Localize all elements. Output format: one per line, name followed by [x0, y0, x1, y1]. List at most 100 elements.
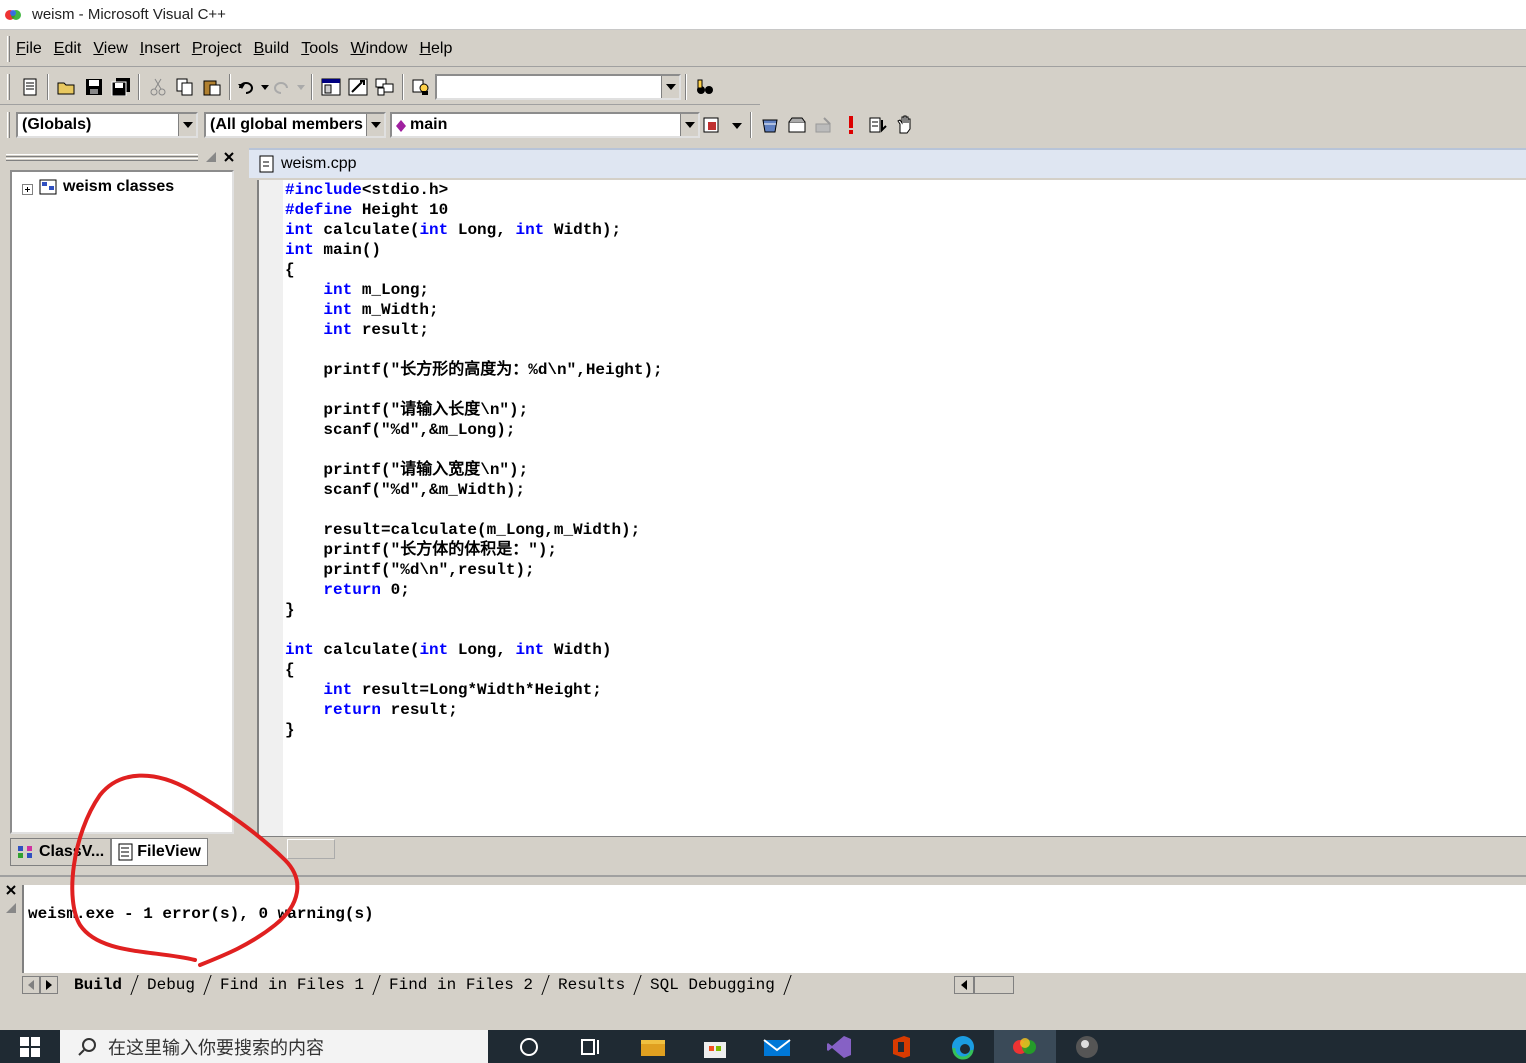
find-combo[interactable] [435, 73, 681, 100]
breakpoint-hand-icon[interactable] [891, 112, 918, 138]
code-line[interactable]: printf("长方形的高度为：%d\n",Height); [285, 360, 662, 380]
code-line[interactable]: printf("%d\n",result); [285, 560, 663, 580]
output-window-icon[interactable] [344, 74, 371, 100]
code-line[interactable]: int m_Width; [285, 300, 663, 320]
code-line[interactable]: scanf("%d",&m_Long); [285, 420, 663, 440]
edge-icon[interactable] [932, 1030, 994, 1063]
cortana-icon[interactable] [498, 1030, 560, 1063]
code-line[interactable]: { [285, 660, 663, 680]
close-icon[interactable] [4, 883, 18, 897]
code-line[interactable]: int calculate(int Long, int Width) [285, 640, 663, 660]
output-tab-debug[interactable]: Debug [131, 975, 212, 995]
vc6-icon[interactable] [994, 1030, 1056, 1063]
tab-scroll-left-button[interactable] [22, 976, 40, 994]
build-icon[interactable] [783, 112, 810, 138]
member-combo[interactable]: main [390, 112, 700, 138]
member-combo-dropdown[interactable] [680, 114, 698, 136]
file-explorer-icon[interactable] [622, 1030, 684, 1063]
wizard-action-icon[interactable] [700, 112, 746, 138]
code-line[interactable]: printf("长方体的体积是："); [285, 540, 663, 560]
stop-build-icon[interactable] [810, 112, 837, 138]
close-icon[interactable] [222, 150, 236, 164]
open-folder-icon[interactable] [53, 74, 80, 100]
menu-item-window[interactable]: Window [351, 40, 414, 58]
class-combo-dropdown[interactable] [178, 114, 196, 136]
code-line[interactable]: int main() [285, 240, 663, 260]
tree-root-node[interactable]: weism classes [22, 178, 174, 196]
cut-icon[interactable] [144, 74, 171, 100]
save-all-icon[interactable] [107, 74, 134, 100]
menu-item-view[interactable]: View [93, 40, 133, 58]
undo-icon[interactable] [235, 74, 271, 100]
code-line[interactable] [285, 620, 663, 640]
go-icon[interactable] [864, 112, 891, 138]
menu-item-edit[interactable]: Edit [54, 40, 88, 58]
menu-item-build[interactable]: Build [254, 40, 296, 58]
find-binoculars-icon[interactable] [691, 74, 718, 100]
new-text-file-icon[interactable] [16, 74, 43, 100]
output-tab-build[interactable]: Build [58, 975, 139, 995]
output-tab-find-in-files-1[interactable]: Find in Files 1 [204, 975, 381, 995]
filter-combo-dropdown[interactable] [366, 114, 384, 136]
class-tree[interactable]: weism classes [10, 170, 234, 834]
code-line[interactable]: } [285, 600, 663, 620]
code-line[interactable] [285, 500, 663, 520]
menu-item-file[interactable]: File [16, 40, 48, 58]
output-tab-find-in-files-2[interactable]: Find in Files 2 [373, 975, 550, 995]
menu-item-insert[interactable]: Insert [140, 40, 186, 58]
code-line[interactable]: scanf("%d",&m_Width); [285, 480, 663, 500]
code-line[interactable]: return 0; [285, 580, 663, 600]
app-icon[interactable] [1056, 1030, 1118, 1063]
mail-icon[interactable] [746, 1030, 808, 1063]
output-tab-results[interactable]: Results [542, 975, 642, 995]
find-combo-dropdown[interactable] [661, 75, 679, 98]
code-line[interactable] [285, 380, 663, 400]
menu-item-tools[interactable]: Tools [301, 40, 344, 58]
paste-icon[interactable] [198, 74, 225, 100]
menu-item-project[interactable]: Project [192, 40, 248, 58]
compile-icon[interactable] [756, 112, 783, 138]
dock-icon[interactable] [204, 150, 218, 164]
visual-studio-icon[interactable] [808, 1030, 870, 1063]
code-line[interactable]: int result; [285, 320, 663, 340]
code-line[interactable]: int m_Long; [285, 280, 663, 300]
code-text[interactable]: #include<stdio.h> #define Height 10 int ca… [285, 180, 663, 740]
output-text-area[interactable]: weism.exe - 1 error(s), 0 warning(s) [22, 885, 1526, 973]
start-button[interactable] [0, 1030, 60, 1063]
code-line[interactable]: int result=Long*Width*Height; [285, 680, 663, 700]
redo-icon[interactable] [271, 74, 307, 100]
output-scroll-thumb[interactable] [974, 976, 1015, 994]
class-combo[interactable]: (Globals) [16, 112, 198, 138]
copy-icon[interactable] [171, 74, 198, 100]
tab-scroll-right-button[interactable] [40, 976, 58, 994]
execute-icon[interactable] [837, 112, 864, 138]
output-scroll-left-button[interactable] [954, 976, 975, 994]
editor-gutter[interactable] [259, 180, 283, 836]
output-tab-sql-debugging[interactable]: SQL Debugging [634, 975, 792, 995]
code-line[interactable]: #define Height 10 [285, 200, 663, 220]
editor-horizontal-scrollbar[interactable] [257, 836, 1526, 860]
code-line[interactable] [285, 340, 663, 360]
office-icon[interactable] [870, 1030, 932, 1063]
code-line[interactable] [285, 440, 663, 460]
code-line[interactable]: } [285, 720, 663, 740]
code-line[interactable]: { [285, 260, 663, 280]
tab-classview[interactable]: ClassV... [10, 838, 112, 866]
menu-item-help[interactable]: Help [419, 40, 458, 58]
code-line[interactable]: #include<stdio.h> [285, 180, 663, 200]
window-list-icon[interactable] [371, 74, 398, 100]
workspace-icon[interactable] [317, 74, 344, 100]
code-line[interactable]: result=calculate(m_Long,m_Width); [285, 520, 663, 540]
scrollbar-thumb[interactable] [287, 839, 335, 859]
code-line[interactable]: printf("请输入长度\n"); [285, 400, 663, 420]
tab-fileview[interactable]: FileView [111, 838, 208, 866]
expand-plus-icon[interactable] [22, 182, 33, 195]
output-hscroll[interactable] [954, 976, 1015, 994]
task-view-icon[interactable] [560, 1030, 622, 1063]
find-in-files-icon[interactable] [408, 74, 435, 100]
code-editor[interactable]: #include<stdio.h> #define Height 10 int ca… [257, 180, 1526, 836]
taskbar-search-box[interactable]: 在这里输入你要搜索的内容 [60, 1030, 488, 1063]
code-line[interactable]: printf("请输入宽度\n"); [285, 460, 663, 480]
dock-icon[interactable] [4, 901, 18, 915]
store-icon[interactable] [684, 1030, 746, 1063]
